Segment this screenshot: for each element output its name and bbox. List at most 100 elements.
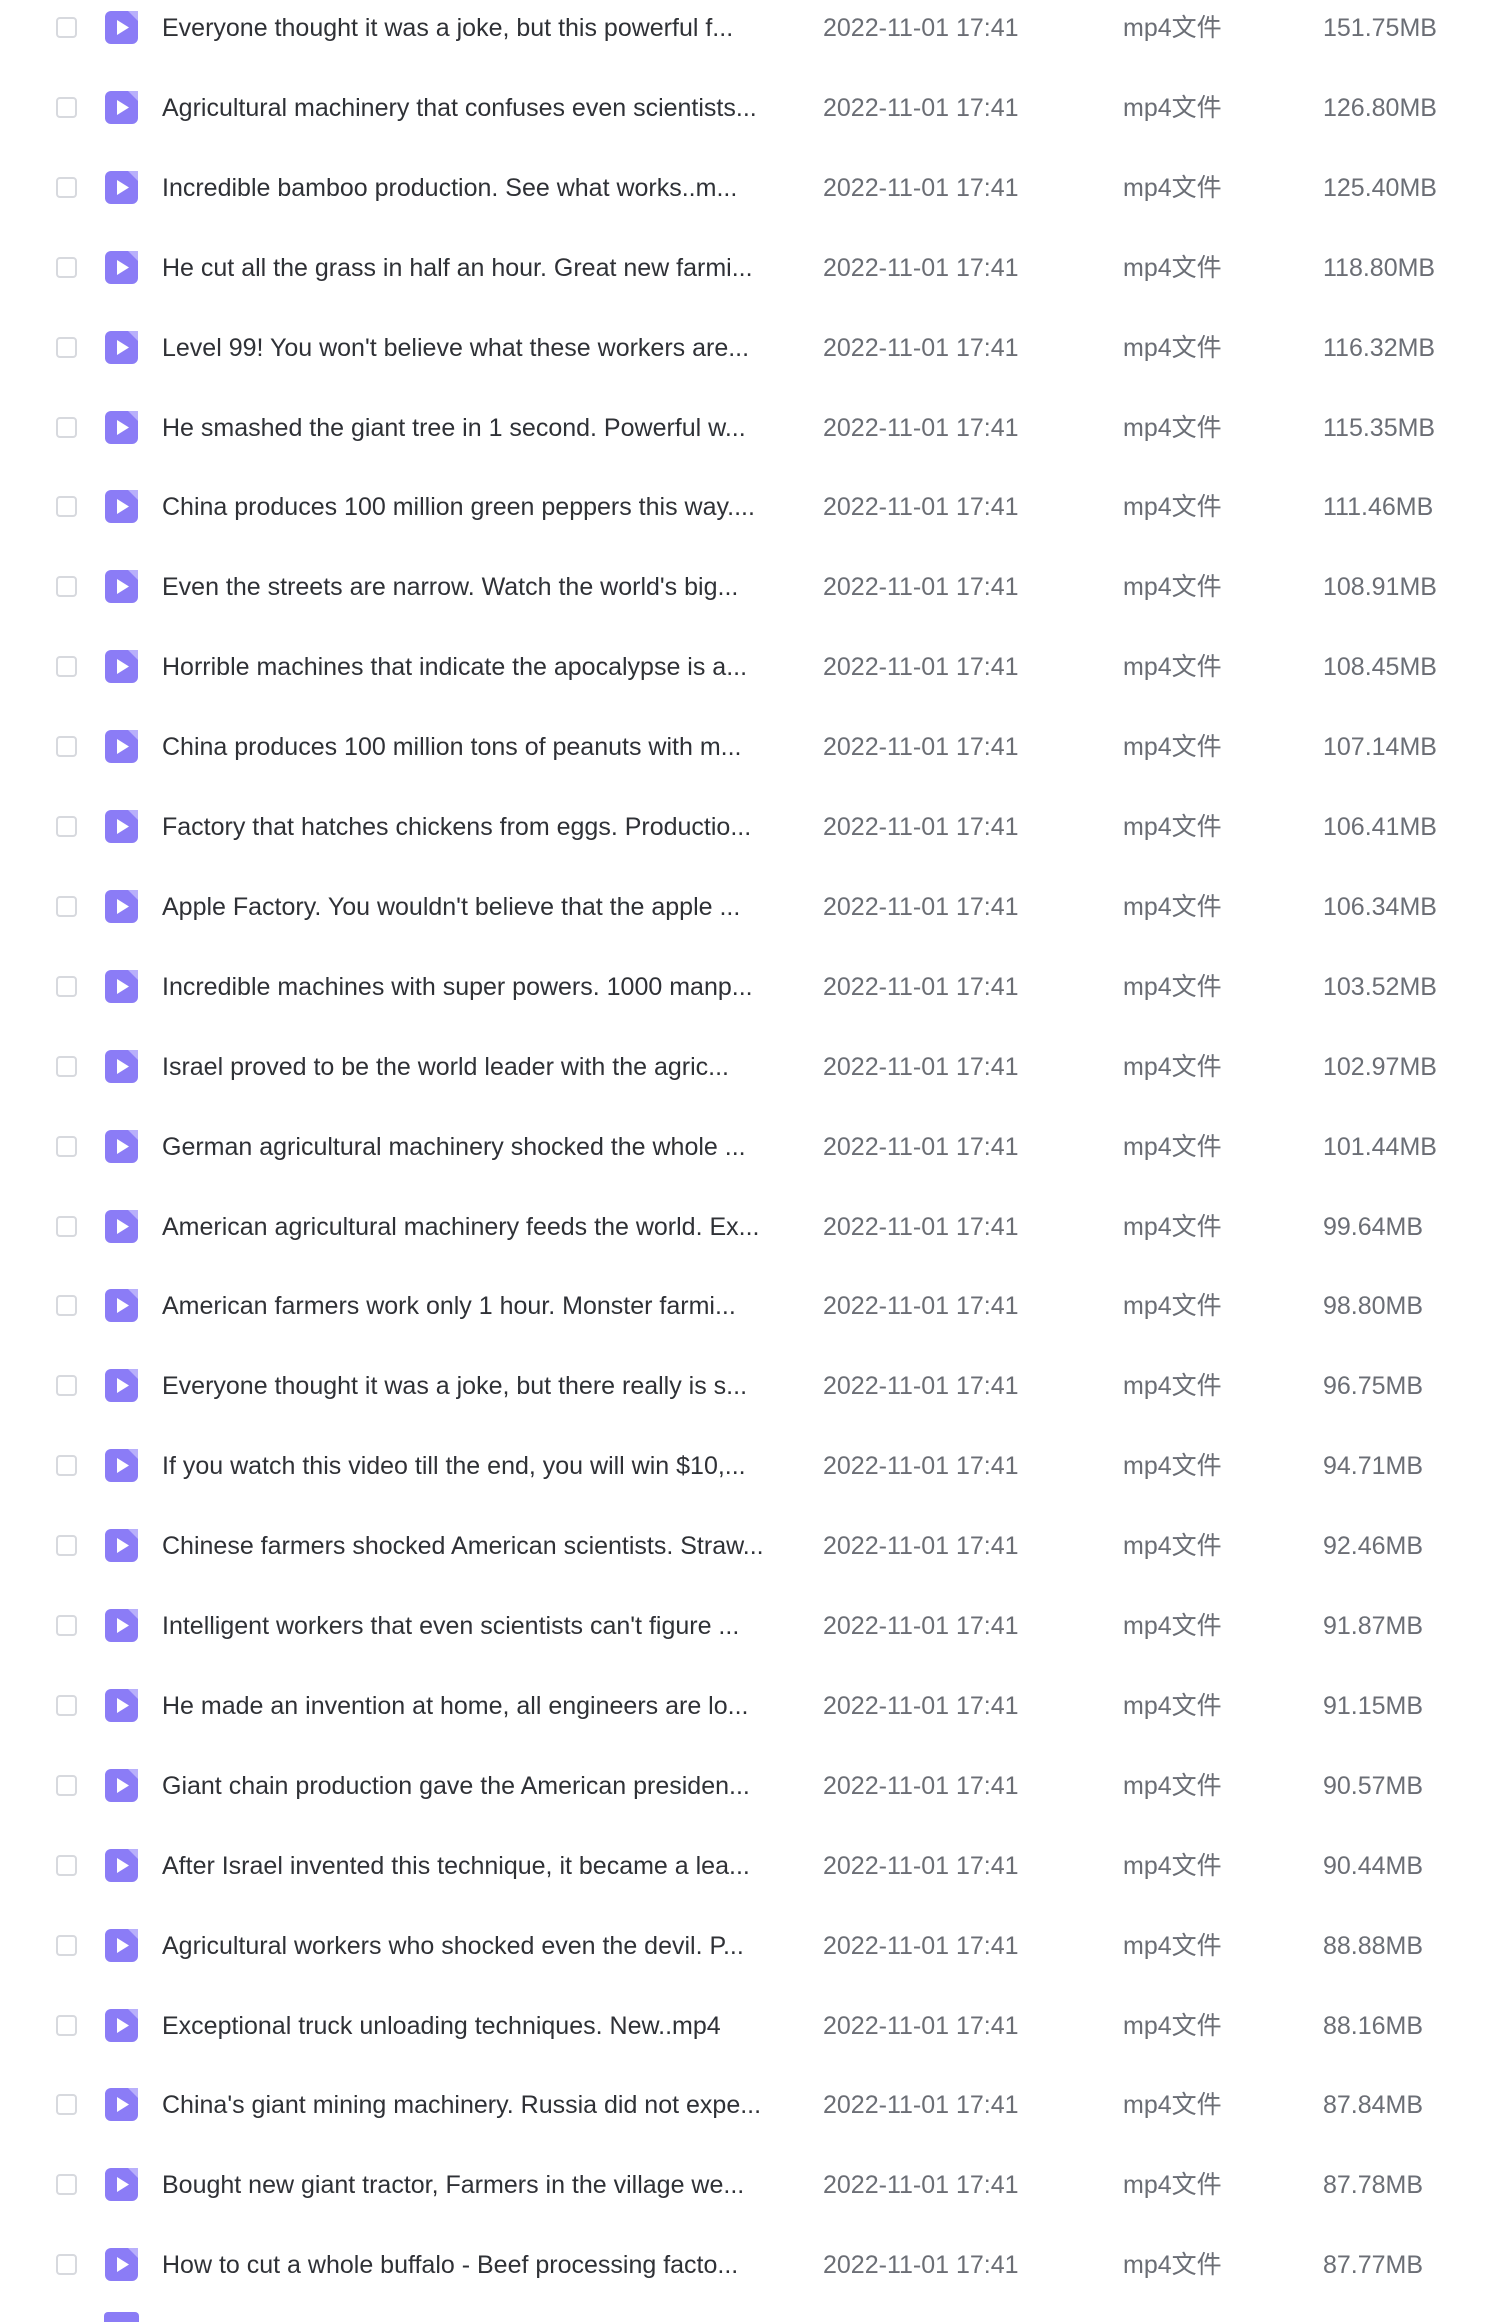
- select-checkbox[interactable]: [56, 337, 77, 358]
- file-modified-date: 2022-11-01 17:41: [823, 1053, 1019, 1081]
- file-name[interactable]: Everyone thought it was a joke, but this…: [162, 14, 802, 42]
- select-checkbox[interactable]: [56, 417, 77, 438]
- file-type: mp4文件: [1123, 1532, 1222, 1560]
- file-name[interactable]: Incredible bamboo production. See what w…: [162, 174, 802, 202]
- file-name[interactable]: Israel proved to be the world leader wit…: [162, 1053, 802, 1081]
- select-checkbox[interactable]: [56, 1455, 77, 1476]
- select-checkbox[interactable]: [56, 656, 77, 677]
- file-row[interactable]: Everyone thought it was a joke, but ther…: [0, 1359, 1500, 1419]
- file-name[interactable]: American farmers work only 1 hour. Monst…: [162, 1292, 802, 1320]
- file-size: 99.64MB: [1323, 1213, 1424, 1241]
- file-row[interactable]: Exceptional truck unloading techniques. …: [0, 1999, 1500, 2059]
- file-modified-date: 2022-11-01 17:41: [823, 813, 1019, 841]
- select-checkbox[interactable]: [56, 1615, 77, 1636]
- file-row[interactable]: Bought new giant tractor, Farmers in the…: [0, 2158, 1500, 2218]
- file-size: 92.46MB: [1323, 1532, 1424, 1560]
- file-row[interactable]: Horrible machines that indicate the apoc…: [0, 640, 1500, 700]
- select-checkbox[interactable]: [56, 496, 77, 517]
- select-checkbox[interactable]: [56, 2015, 77, 2036]
- file-row[interactable]: He made an invention at home, all engine…: [0, 1679, 1500, 1739]
- file-name[interactable]: China produces 100 million green peppers…: [162, 493, 802, 521]
- select-checkbox[interactable]: [56, 1375, 77, 1396]
- select-checkbox[interactable]: [56, 1136, 77, 1157]
- file-row[interactable]: Agricultural workers who shocked even th…: [0, 1919, 1500, 1979]
- select-checkbox[interactable]: [56, 576, 77, 597]
- file-name[interactable]: German agricultural machinery shocked th…: [162, 1133, 802, 1161]
- select-checkbox[interactable]: [56, 1535, 77, 1556]
- file-row[interactable]: China's giant mining machinery. Russia d…: [0, 2078, 1500, 2138]
- file-row[interactable]: After Israel invented this technique, it…: [0, 1839, 1500, 1899]
- file-name[interactable]: He cut all the grass in half an hour. Gr…: [162, 254, 802, 282]
- file-name[interactable]: Exceptional truck unloading techniques. …: [162, 2012, 802, 2040]
- file-row[interactable]: Incredible bamboo production. See what w…: [0, 161, 1500, 221]
- file-name[interactable]: Agricultural machinery that confuses eve…: [162, 94, 802, 122]
- file-name[interactable]: Giant chain production gave the American…: [162, 1772, 802, 1800]
- file-name[interactable]: How to cut a whole buffalo - Beef proces…: [162, 2251, 802, 2279]
- file-row[interactable]: Chinese farmers shocked American scienti…: [0, 1519, 1500, 1579]
- select-checkbox[interactable]: [56, 1295, 77, 1316]
- select-checkbox[interactable]: [56, 976, 77, 997]
- file-name[interactable]: China produces 100 million tons of peanu…: [162, 733, 802, 761]
- video-file-icon: [104, 1288, 139, 1323]
- select-checkbox[interactable]: [56, 736, 77, 757]
- select-checkbox[interactable]: [56, 257, 77, 278]
- file-row[interactable]: American farmers work only 1 hour. Monst…: [0, 1279, 1500, 1339]
- file-name[interactable]: China's giant mining machinery. Russia d…: [162, 2091, 802, 2119]
- file-row[interactable]: American agricultural machinery feeds th…: [0, 1200, 1500, 1260]
- file-row[interactable]: How to cut a whole buffalo - Beef proces…: [0, 2238, 1500, 2298]
- video-file-icon: [104, 649, 139, 684]
- file-row[interactable]: Intelligent workers that even scientists…: [0, 1599, 1500, 1659]
- select-checkbox[interactable]: [56, 1056, 77, 1077]
- file-name[interactable]: Bought new giant tractor, Farmers in the…: [162, 2171, 802, 2199]
- file-name[interactable]: American agricultural machinery feeds th…: [162, 1213, 802, 1241]
- file-name[interactable]: After Israel invented this technique, it…: [162, 1852, 802, 1880]
- file-name[interactable]: Everyone thought it was a joke, but ther…: [162, 1372, 802, 1400]
- select-checkbox[interactable]: [56, 17, 77, 38]
- file-row[interactable]: Factory that hatches chickens from eggs.…: [0, 800, 1500, 860]
- select-checkbox[interactable]: [56, 816, 77, 837]
- select-checkbox[interactable]: [56, 1216, 77, 1237]
- file-row[interactable]: Israel proved to be the world leader wit…: [0, 1040, 1500, 1100]
- select-checkbox[interactable]: [56, 1695, 77, 1716]
- file-row[interactable]: German agricultural machinery shocked th…: [0, 1120, 1500, 1180]
- select-checkbox[interactable]: [56, 1775, 77, 1796]
- file-row[interactable]: Even the streets are narrow. Watch the w…: [0, 560, 1500, 620]
- file-name[interactable]: Intelligent workers that even scientists…: [162, 1612, 802, 1640]
- select-checkbox[interactable]: [56, 2254, 77, 2275]
- select-checkbox[interactable]: [56, 1935, 77, 1956]
- file-name[interactable]: Level 99! You won't believe what these w…: [162, 334, 802, 362]
- file-name[interactable]: He made an invention at home, all engine…: [162, 1692, 802, 1720]
- file-name[interactable]: Agricultural workers who shocked even th…: [162, 1932, 802, 1960]
- file-row[interactable]: If you watch this video till the end, yo…: [0, 1439, 1500, 1499]
- file-modified-date: 2022-11-01 17:41: [823, 2251, 1019, 2279]
- select-checkbox[interactable]: [56, 1855, 77, 1876]
- file-name[interactable]: Factory that hatches chickens from eggs.…: [162, 813, 802, 841]
- file-name[interactable]: Even the streets are narrow. Watch the w…: [162, 573, 802, 601]
- file-name[interactable]: If you watch this video till the end, yo…: [162, 1452, 802, 1480]
- file-size: 108.91MB: [1323, 573, 1437, 601]
- file-name[interactable]: Horrible machines that indicate the apoc…: [162, 653, 802, 681]
- file-row[interactable]: He cut all the grass in half an hour. Gr…: [0, 241, 1500, 301]
- select-checkbox[interactable]: [56, 896, 77, 917]
- select-checkbox[interactable]: [56, 177, 77, 198]
- file-name[interactable]: Apple Factory. You wouldn't believe that…: [162, 893, 802, 921]
- file-name[interactable]: Chinese farmers shocked American scienti…: [162, 1532, 802, 1560]
- file-row[interactable]: China produces 100 million tons of peanu…: [0, 720, 1500, 780]
- file-row[interactable]: Giant chain production gave the American…: [0, 1759, 1500, 1819]
- select-checkbox[interactable]: [56, 2174, 77, 2195]
- file-type: mp4文件: [1123, 573, 1222, 601]
- file-modified-date: 2022-11-01 17:41: [823, 573, 1019, 601]
- file-type: mp4文件: [1123, 414, 1222, 442]
- file-row[interactable]: He smashed the giant tree in 1 second. P…: [0, 401, 1500, 461]
- file-row[interactable]: Level 99! You won't believe what these w…: [0, 321, 1500, 381]
- file-row[interactable]: China produces 100 million green peppers…: [0, 480, 1500, 540]
- file-row[interactable]: Agricultural machinery that confuses eve…: [0, 81, 1500, 141]
- file-name[interactable]: He smashed the giant tree in 1 second. P…: [162, 414, 802, 442]
- select-checkbox[interactable]: [56, 2094, 77, 2115]
- file-row[interactable]: Incredible machines with super powers. 1…: [0, 960, 1500, 1020]
- select-checkbox[interactable]: [56, 97, 77, 118]
- video-file-icon: [104, 1528, 139, 1563]
- file-row[interactable]: Apple Factory. You wouldn't believe that…: [0, 880, 1500, 940]
- file-row[interactable]: Everyone thought it was a joke, but this…: [0, 1, 1500, 61]
- file-name[interactable]: Incredible machines with super powers. 1…: [162, 973, 802, 1001]
